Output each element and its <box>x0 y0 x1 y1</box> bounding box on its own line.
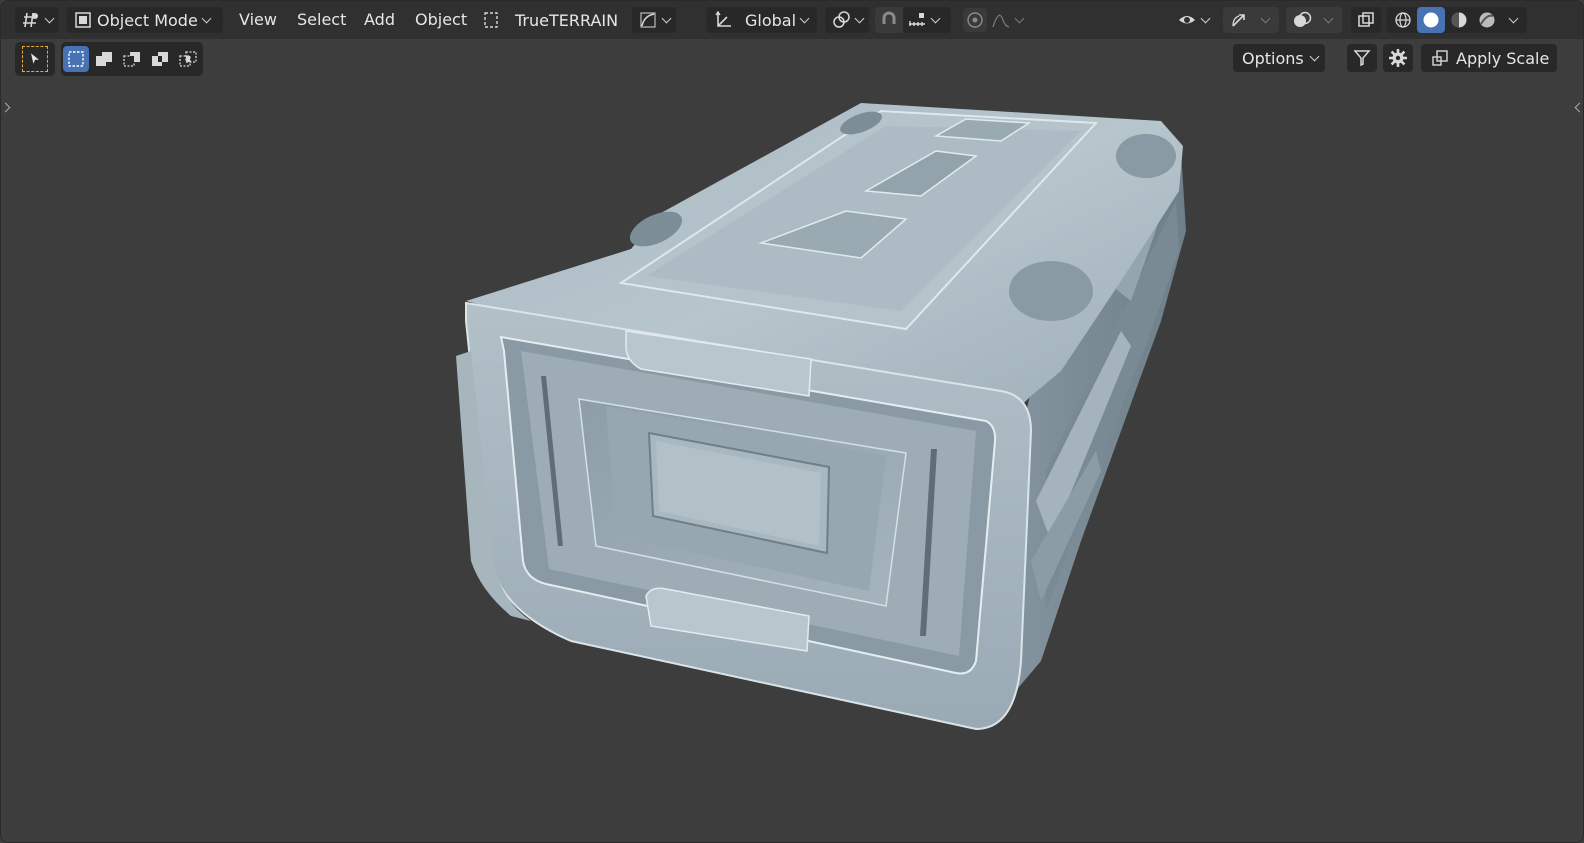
select-new-icon[interactable] <box>63 46 89 72</box>
transform-orientation-dropdown[interactable]: Global <box>707 7 817 33</box>
trueterrain-label: TrueTERRAIN <box>515 10 619 30</box>
trueterrain-menu[interactable]: TrueTERRAIN <box>475 7 624 33</box>
chevron-down-icon[interactable] <box>1015 15 1025 25</box>
xray-toggle[interactable] <box>1351 7 1381 33</box>
chevron-down-icon <box>1310 53 1316 63</box>
overlays-toggle[interactable] <box>1286 7 1342 33</box>
proportional-edit-icon[interactable] <box>963 8 987 32</box>
solid-shading-icon[interactable] <box>1417 7 1445 33</box>
pivot-point-icon <box>831 10 851 30</box>
menu-object[interactable]: Object <box>409 7 473 33</box>
gear-icon <box>1388 48 1408 68</box>
dashed-square-icon <box>481 10 501 30</box>
apply-scale-icon <box>1430 48 1450 68</box>
select-cursor-icon <box>22 46 48 72</box>
visibility-eye-icon <box>1177 10 1197 30</box>
select-extend-icon[interactable] <box>91 46 117 72</box>
3d-viewport[interactable]: Object Mode View Select Add Object TrueT… <box>0 0 1584 843</box>
material-preview-icon[interactable] <box>1445 7 1473 33</box>
select-invert-icon[interactable] <box>147 46 173 72</box>
proportional-group <box>957 7 1031 33</box>
gizmo-icon <box>1229 10 1249 30</box>
selection-mode-group <box>61 42 203 76</box>
editor-type-button[interactable] <box>15 7 59 33</box>
menu-select[interactable]: Select <box>291 7 352 33</box>
rendered-shading-icon[interactable] <box>1473 7 1501 33</box>
chevron-down-icon[interactable] <box>931 15 941 25</box>
wireframe-shading-icon[interactable] <box>1389 7 1417 33</box>
chevron-down-icon <box>45 15 53 25</box>
orientation-label: Global <box>745 10 797 30</box>
chevron-down-icon <box>662 15 670 25</box>
chevron-down-icon[interactable] <box>1509 15 1519 25</box>
chevron-down-icon <box>1324 15 1334 25</box>
filter-icon <box>1352 48 1372 68</box>
magnet-snap-icon[interactable] <box>875 7 903 33</box>
menu-add[interactable]: Add <box>358 7 401 33</box>
sidebar-expand-arrow[interactable] <box>1573 101 1581 115</box>
mode-selector[interactable]: Object Mode <box>67 7 223 33</box>
active-tool-button[interactable] <box>15 42 55 76</box>
chevron-down-icon <box>855 15 863 25</box>
gizmo-toggle[interactable] <box>1223 7 1279 33</box>
mode-label: Object Mode <box>97 10 198 30</box>
options-label: Options <box>1242 48 1304 68</box>
filter-button[interactable] <box>1347 44 1377 72</box>
select-subtract-icon[interactable] <box>119 46 145 72</box>
axes-icon <box>713 10 733 30</box>
shading-mode-group <box>1387 7 1527 33</box>
select-intersect-icon[interactable] <box>175 46 201 72</box>
menu-view[interactable]: View <box>233 7 283 33</box>
grid-editor-icon <box>21 10 41 30</box>
overlays-icon <box>1292 10 1312 30</box>
falloff-dropdown[interactable] <box>632 7 676 33</box>
settings-button[interactable] <box>1383 44 1413 72</box>
toolbar-expand-arrow[interactable] <box>3 101 11 115</box>
curve-falloff-icon <box>638 10 658 30</box>
apply-scale-button[interactable]: Apply Scale <box>1421 44 1557 72</box>
snap-group <box>875 7 951 33</box>
options-dropdown[interactable]: Options <box>1233 44 1325 72</box>
chevron-down-icon <box>202 15 212 25</box>
chevron-down-icon <box>1201 15 1211 25</box>
snap-increment-icon[interactable] <box>907 10 927 30</box>
crate-model[interactable] <box>1 1 1584 843</box>
object-mode-icon <box>73 10 93 30</box>
visibility-dropdown[interactable] <box>1171 7 1217 33</box>
chevron-down-icon <box>800 15 810 25</box>
viewport-header: Object Mode View Select Add Object TrueT… <box>1 1 1583 39</box>
chevron-down-icon <box>1261 15 1271 25</box>
xray-icon <box>1356 10 1376 30</box>
pivot-point-dropdown[interactable] <box>825 7 869 33</box>
proportional-falloff-icon[interactable] <box>991 10 1011 30</box>
apply-scale-label: Apply Scale <box>1456 48 1550 68</box>
